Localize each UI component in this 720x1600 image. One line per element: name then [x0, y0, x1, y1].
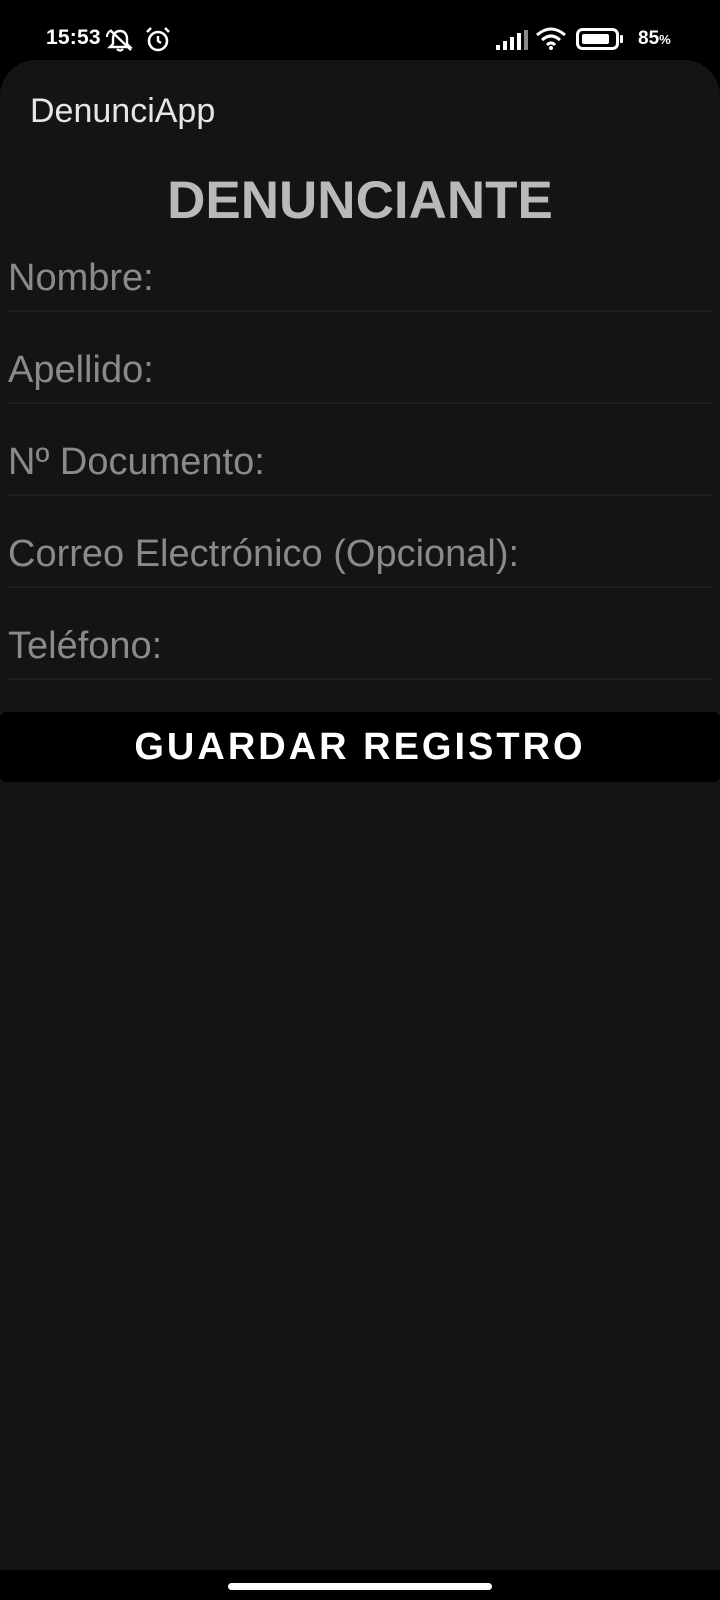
battery-unit: % [659, 32, 671, 47]
battery-percentage: 85% [638, 28, 671, 50]
section-title: DENUNCIANTE [167, 171, 553, 230]
navigation-bar [0, 1570, 720, 1600]
wifi-icon [536, 27, 566, 50]
status-bar: 15:53 85% [0, 0, 720, 60]
apellido-field [8, 338, 712, 404]
phone-screen: 15:53 85% DenunciApp DENUNCIANTE Nombre:… [0, 0, 720, 1600]
telefono-field [8, 614, 712, 680]
email-field [8, 522, 712, 588]
status-time: 15:53 [46, 26, 101, 49]
mute-icon [106, 29, 133, 52]
app-title: DenunciApp [30, 92, 216, 130]
nombre-field [8, 246, 712, 312]
telefono-input[interactable] [8, 614, 712, 678]
app-window: DenunciApp DENUNCIANTE GUARDAR REGISTRO [0, 60, 720, 1570]
save-record-button[interactable]: GUARDAR REGISTRO [0, 712, 720, 782]
signal-icon [496, 30, 528, 50]
alarm-icon [146, 27, 170, 52]
email-input[interactable] [8, 522, 712, 586]
battery-level: 85 [638, 28, 660, 49]
apellido-input[interactable] [8, 338, 712, 402]
home-indicator[interactable] [228, 1583, 492, 1590]
battery-icon [576, 28, 623, 50]
documento-field [8, 430, 712, 496]
nombre-input[interactable] [8, 246, 712, 310]
documento-input[interactable] [8, 430, 712, 494]
